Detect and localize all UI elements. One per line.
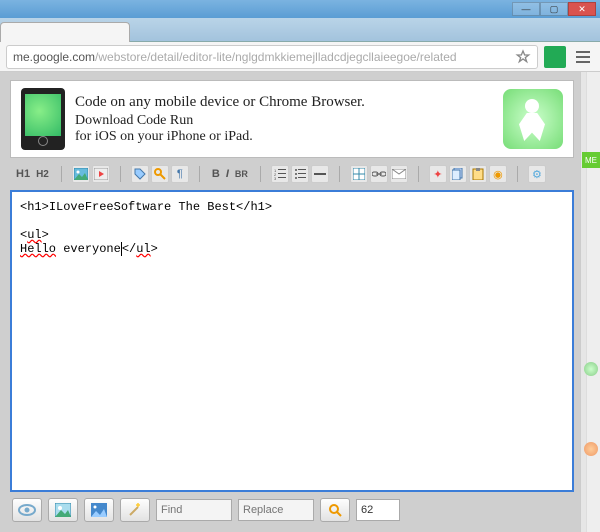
separator bbox=[517, 166, 518, 182]
heading1-button[interactable]: H1 bbox=[14, 165, 32, 183]
banner-text: Code on any mobile device or Chrome Brow… bbox=[75, 94, 493, 145]
editor-tag: <ul> bbox=[20, 228, 49, 242]
separator bbox=[61, 166, 62, 182]
help-button[interactable]: ◉ bbox=[489, 165, 507, 183]
banner-line3: for iOS on your iPhone or iPad. bbox=[75, 129, 493, 145]
editor-bottombar bbox=[10, 496, 574, 524]
close-button[interactable]: ✕ bbox=[568, 2, 596, 16]
hr-button[interactable] bbox=[311, 165, 329, 183]
app-content: ✕ Code on any mobile device or Chrome Br… bbox=[0, 72, 600, 532]
sidebar-blob-icon bbox=[584, 362, 598, 376]
key-button[interactable] bbox=[151, 165, 169, 183]
banner-line2: Download Code Run bbox=[75, 113, 493, 129]
editor-text: ILoveFreeSoftware The Best bbox=[49, 200, 236, 214]
wand-button[interactable]: ✦ bbox=[429, 165, 447, 183]
count-field[interactable] bbox=[356, 499, 400, 521]
italic-button[interactable]: I bbox=[224, 165, 231, 183]
heading2-button[interactable]: H2 bbox=[34, 165, 51, 183]
paragraph-button[interactable]: ¶ bbox=[171, 165, 189, 183]
copy-button[interactable] bbox=[449, 165, 467, 183]
scrollbar-track[interactable] bbox=[586, 72, 600, 532]
editor-text: Hello bbox=[20, 242, 56, 256]
browser-tabstrip bbox=[0, 18, 600, 42]
banner-line1: Code on any mobile device or Chrome Brow… bbox=[75, 94, 493, 111]
insert-picture-button[interactable] bbox=[84, 498, 114, 522]
ordered-list-button[interactable]: 123 bbox=[271, 165, 289, 183]
bookmark-star-icon[interactable] bbox=[515, 49, 531, 65]
maximize-button[interactable]: ▢ bbox=[540, 2, 568, 16]
find-input[interactable] bbox=[156, 499, 232, 521]
separator bbox=[199, 166, 200, 182]
code-editor[interactable]: <h1>ILoveFreeSoftware The Best</h1> <ul>… bbox=[10, 190, 574, 492]
insert-image-button[interactable] bbox=[48, 498, 78, 522]
embed-button[interactable] bbox=[92, 165, 110, 183]
chrome-menu-icon[interactable] bbox=[572, 46, 594, 68]
separator bbox=[260, 166, 261, 182]
magic-button[interactable] bbox=[120, 498, 150, 522]
phone-icon bbox=[21, 88, 65, 150]
sidebar-blob-icon bbox=[584, 442, 598, 456]
minimize-button[interactable]: — bbox=[512, 2, 540, 16]
link-button[interactable] bbox=[370, 165, 388, 183]
window-titlebar: — ▢ ✕ bbox=[0, 0, 600, 18]
tag-button[interactable] bbox=[131, 165, 149, 183]
url-path: /webstore/detail/editor-lite/nglgdmkkiem… bbox=[95, 50, 457, 64]
editor-tag: </h1> bbox=[236, 200, 272, 214]
paste-button[interactable] bbox=[469, 165, 487, 183]
browser-tab[interactable] bbox=[0, 22, 130, 42]
sidebar-tag: ME bbox=[582, 152, 600, 168]
editor-toolbar: H1 H2 ¶ B I BR 123 bbox=[10, 162, 574, 186]
editor-tag: </ul> bbox=[122, 242, 158, 256]
bold-button[interactable]: B bbox=[210, 165, 222, 183]
image-button[interactable] bbox=[72, 165, 90, 183]
unordered-list-button[interactable] bbox=[291, 165, 309, 183]
extension-button[interactable] bbox=[544, 46, 566, 68]
editor-tag: <h1> bbox=[20, 200, 49, 214]
promo-banner[interactable]: Code on any mobile device or Chrome Brow… bbox=[10, 80, 574, 158]
right-edge-strip: ME bbox=[580, 72, 600, 532]
separator bbox=[339, 166, 340, 182]
preview-button[interactable] bbox=[12, 498, 42, 522]
url-host: me.google.com bbox=[13, 50, 95, 64]
separator bbox=[418, 166, 419, 182]
svg-text:3: 3 bbox=[274, 176, 277, 180]
address-bar[interactable]: me.google.com/webstore/detail/editor-lit… bbox=[6, 45, 538, 69]
replace-input[interactable] bbox=[238, 499, 314, 521]
runner-icon bbox=[503, 89, 563, 149]
settings-gear-icon[interactable]: ⚙ bbox=[528, 165, 546, 183]
mail-button[interactable] bbox=[390, 165, 408, 183]
browser-toolbar: me.google.com/webstore/detail/editor-lit… bbox=[0, 42, 600, 72]
search-button[interactable] bbox=[320, 498, 350, 522]
linebreak-button[interactable]: BR bbox=[233, 165, 250, 183]
separator bbox=[120, 166, 121, 182]
editor-text: everyone bbox=[56, 242, 121, 256]
table-button[interactable] bbox=[350, 165, 368, 183]
